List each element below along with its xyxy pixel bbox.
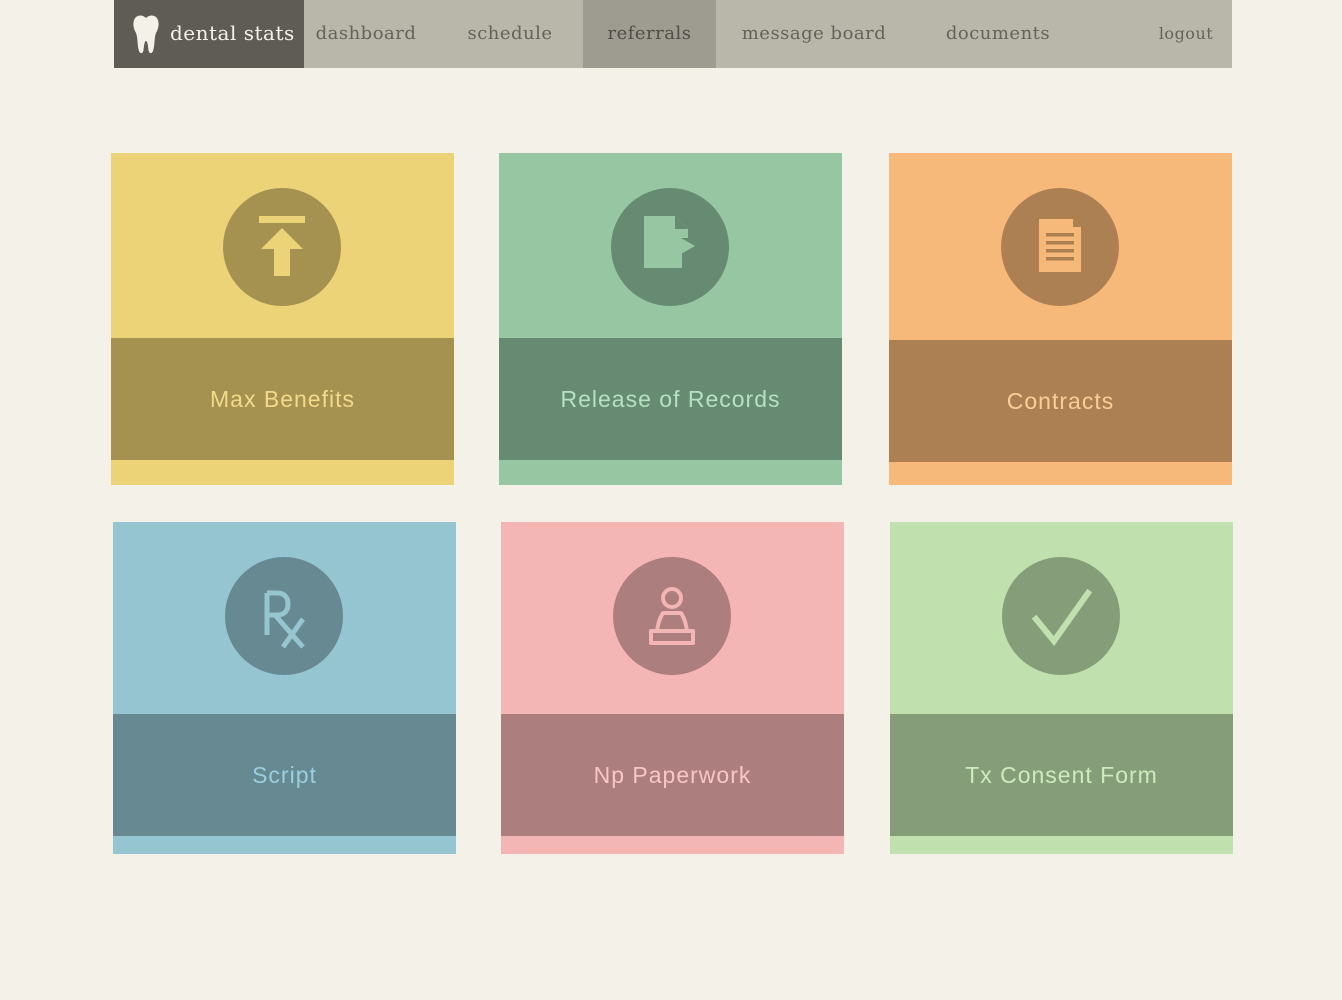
- card-contracts[interactable]: Contracts: [889, 153, 1232, 485]
- card-label-band: Np Paperwork: [501, 714, 844, 836]
- upload-icon: [259, 216, 305, 276]
- max-benefits-icon-circle: [223, 188, 341, 306]
- card-max-benefits[interactable]: Max Benefits: [111, 153, 454, 485]
- tx-consent-form-icon-circle: [1002, 557, 1120, 675]
- nav-message-board[interactable]: message board: [734, 0, 894, 68]
- nav-dashboard[interactable]: dashboard: [304, 0, 428, 68]
- top-nav-bar: dental stats dashboard schedule referral…: [114, 0, 1232, 68]
- card-label-band: Script: [113, 714, 456, 836]
- card-np-paperwork[interactable]: Np Paperwork: [501, 522, 844, 854]
- app-name: dental stats: [170, 21, 295, 45]
- nav-documents[interactable]: documents: [932, 0, 1064, 68]
- release-of-records-icon-circle: [611, 188, 729, 306]
- card-script[interactable]: Script: [113, 522, 456, 854]
- nav-referrals[interactable]: referrals: [583, 0, 716, 68]
- script-icon-circle: [225, 557, 343, 675]
- card-label: Tx Consent Form: [965, 761, 1158, 788]
- card-label: Release of Records: [560, 385, 781, 412]
- nav-schedule[interactable]: schedule: [454, 0, 566, 68]
- card-label-band: Contracts: [889, 340, 1232, 462]
- card-label-band: Tx Consent Form: [890, 714, 1233, 836]
- np-paperwork-icon-circle: [613, 557, 731, 675]
- card-release-of-records[interactable]: Release of Records: [499, 153, 842, 485]
- brand-home-link[interactable]: dental stats: [114, 0, 304, 68]
- person-icon: [649, 587, 695, 645]
- card-tx-consent-form[interactable]: Tx Consent Form: [890, 522, 1233, 854]
- card-label: Np Paperwork: [593, 761, 752, 788]
- checkmark-icon: [1031, 588, 1093, 646]
- file-export-icon: [644, 216, 695, 268]
- card-label: Contracts: [1006, 387, 1115, 414]
- logout-link[interactable]: logout: [1154, 0, 1218, 68]
- document-icon: [1039, 219, 1081, 272]
- card-label: Max Benefits: [210, 385, 355, 412]
- tooth-icon: [133, 15, 159, 54]
- card-label-band: Max Benefits: [111, 338, 454, 460]
- rx-icon: [264, 590, 306, 649]
- card-label: Script: [252, 761, 317, 788]
- card-label-band: Release of Records: [499, 338, 842, 460]
- contracts-icon-circle: [1001, 188, 1119, 306]
